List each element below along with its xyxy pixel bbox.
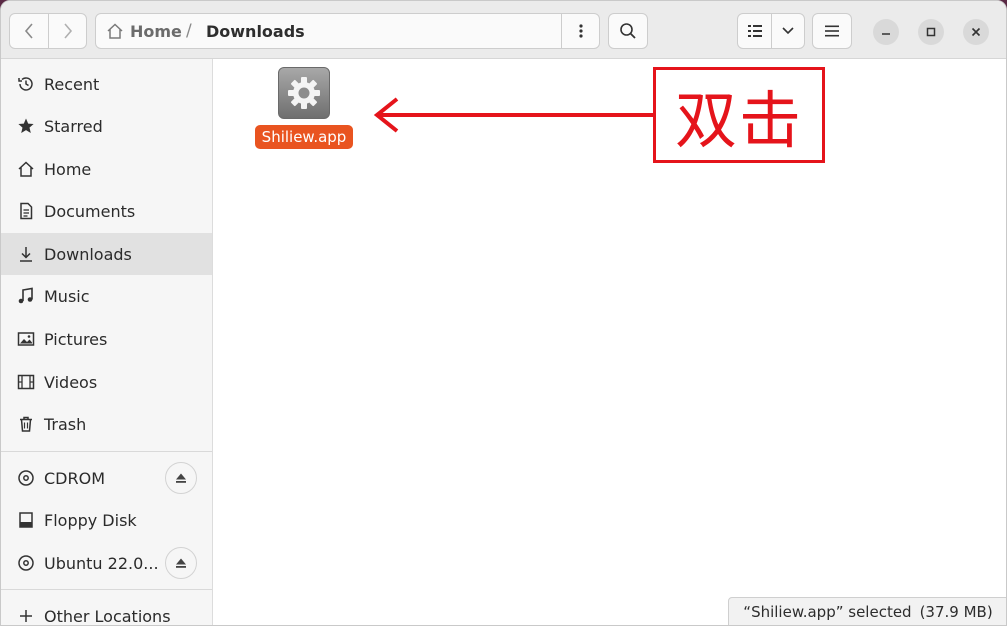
sidebar-item-label: Downloads [44, 244, 132, 264]
trash-icon [15, 413, 37, 435]
sidebar-item-label: Other Locations [44, 606, 171, 626]
sidebar-item-label: Documents [44, 201, 136, 221]
disc-icon [15, 467, 37, 489]
gear-icon [278, 67, 330, 119]
sidebar-item-label: Videos [44, 372, 98, 392]
sidebar-item-label: Ubuntu 22.0... [44, 553, 159, 573]
path-separator: / [186, 21, 192, 41]
sidebar-item-label: Trash [44, 414, 87, 434]
path-current-folder[interactable]: Downloads [206, 14, 305, 48]
sidebar-item-music[interactable]: Music [1, 275, 212, 317]
search-icon [620, 23, 636, 39]
forward-button[interactable] [48, 14, 86, 48]
maximize-button[interactable] [918, 19, 944, 45]
minimize-icon [882, 33, 890, 35]
eject-button[interactable] [165, 547, 197, 579]
sidebar-item-label: Music [44, 286, 90, 306]
sidebar-item-home[interactable]: Home [1, 148, 212, 190]
view-options-button[interactable] [771, 14, 804, 48]
sidebar-item-floppy-disk[interactable]: Floppy Disk [1, 499, 212, 541]
chevron-down-icon [782, 27, 794, 35]
status-bar: “Shiliew.app” selected (37.9 MB) [728, 597, 1006, 625]
status-size-text: (37.9 MB) [919, 603, 993, 621]
sidebar-item-starred[interactable]: Starred [1, 105, 212, 147]
sidebar-divider [1, 589, 212, 590]
main-menu-button[interactable] [812, 13, 852, 49]
sidebar-item-recent[interactable]: Recent [1, 63, 212, 105]
sidebar-item-label: Floppy Disk [44, 510, 137, 530]
path-home-button[interactable]: Home [106, 14, 182, 48]
search-button[interactable] [608, 13, 648, 49]
sidebar-item-documents[interactable]: Documents [1, 190, 212, 232]
plus-icon [15, 605, 37, 625]
file-name-label: Shiliew.app [255, 125, 353, 149]
sidebar-item-pictures[interactable]: Pictures [1, 318, 212, 360]
annotation-arrow [373, 97, 655, 133]
list-view-icon [747, 25, 762, 37]
star-icon [15, 115, 37, 137]
file-manager-window: Home / Downloads Recent Starred Home Doc… [0, 0, 1007, 626]
close-button[interactable] [963, 19, 989, 45]
sidebar-item-label: Pictures [44, 329, 108, 349]
sidebar-item-label: Starred [44, 116, 103, 136]
drive-icon [15, 509, 37, 531]
sidebar-item-label: Home [44, 159, 92, 179]
eject-icon [176, 558, 186, 568]
view-buttons [737, 13, 805, 49]
chevron-left-icon [24, 23, 33, 39]
header-bar: Home / Downloads [1, 1, 1006, 59]
list-view-button[interactable] [738, 14, 771, 48]
path-home-label: Home [130, 21, 182, 41]
minimize-button[interactable] [873, 19, 899, 45]
picture-icon [15, 328, 37, 350]
eject-button[interactable] [165, 462, 197, 494]
status-selection-text: “Shiliew.app” selected [743, 603, 912, 621]
chevron-right-icon [63, 23, 72, 39]
annotation-box: 双击 [653, 67, 825, 163]
maximize-icon [926, 27, 936, 37]
navigation-buttons [9, 13, 87, 49]
clock-icon [15, 73, 37, 95]
path-bar: Home / Downloads [95, 13, 600, 49]
home-icon [107, 23, 123, 39]
download-icon [15, 243, 37, 265]
disc-icon [15, 552, 37, 574]
document-icon [15, 200, 37, 222]
sidebar-divider [1, 451, 212, 452]
sidebar-item-trash[interactable]: Trash [1, 403, 212, 445]
sidebar-item-label: Recent [44, 74, 100, 94]
sidebar-item-other-locations[interactable]: Other Locations [1, 595, 212, 626]
sidebar-item-cdrom[interactable]: CDROM [1, 457, 212, 499]
sidebar-item-ubuntu-disc[interactable]: Ubuntu 22.0... [1, 542, 212, 584]
file-view: Shiliew.app 双击 “Shiliew.app” selected (3… [213, 59, 1006, 625]
sidebar-item-downloads[interactable]: Downloads [1, 233, 212, 275]
home-icon [15, 158, 37, 180]
hamburger-menu-icon [825, 25, 839, 37]
sidebar: Recent Starred Home Documents Downloads [1, 59, 213, 626]
video-icon [15, 371, 37, 393]
vertical-dots-icon [578, 24, 583, 38]
file-item[interactable]: Shiliew.app [255, 65, 353, 149]
music-icon [15, 285, 37, 307]
sidebar-item-label: CDROM [44, 468, 106, 488]
close-icon [971, 27, 981, 37]
back-button[interactable] [10, 14, 48, 48]
path-menu-button[interactable] [561, 14, 599, 48]
eject-icon [176, 473, 186, 483]
sidebar-item-videos[interactable]: Videos [1, 361, 212, 403]
